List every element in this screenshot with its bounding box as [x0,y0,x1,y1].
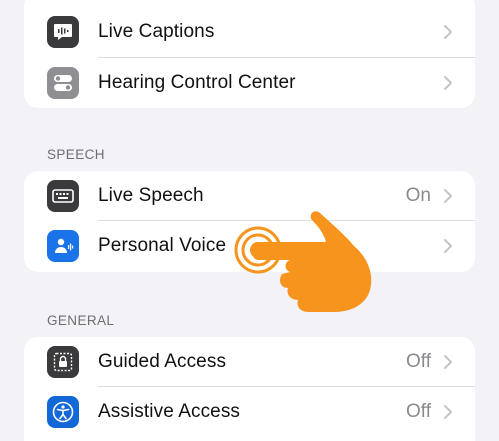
chevron-right-icon [444,239,452,253]
assistive-access-label: Assistive Access [98,401,241,422]
row-live-captions[interactable]: Live Captions [24,0,475,58]
hearing-control-center-label: Hearing Control Center [98,72,296,93]
tap-hand-icon [234,211,372,312]
row-assistive-access[interactable]: Assistive Access Off [24,387,475,437]
chevron-right-icon [444,189,452,203]
section-header-speech: SPEECH [47,147,105,162]
accessibility-icon [47,396,79,428]
live-speech-value: On [405,185,431,206]
chevron-right-icon [444,76,452,90]
keyboard-icon [47,180,79,212]
chevron-right-icon [444,355,452,369]
row-hearing-control-center[interactable]: Hearing Control Center [24,58,475,108]
lock-frame-icon [47,346,79,378]
section-header-general: GENERAL [47,313,115,328]
live-captions-label: Live Captions [98,21,215,42]
general-group: Guided Access Off Assistive Access Off [24,337,475,441]
live-speech-label: Live Speech [98,185,204,206]
chevron-right-icon [444,25,452,39]
guided-access-label: Guided Access [98,351,227,372]
row-guided-access[interactable]: Guided Access Off [24,337,475,387]
guided-access-value: Off [406,351,431,372]
assistive-access-value: Off [406,401,431,422]
person-voice-icon [47,230,79,262]
toggles-icon [47,67,79,99]
personal-voice-label: Personal Voice [98,235,227,256]
chevron-right-icon [444,405,452,419]
waveform-bubble-icon [47,16,79,48]
hearing-group: Live Captions Hearing Control Center [24,0,475,108]
